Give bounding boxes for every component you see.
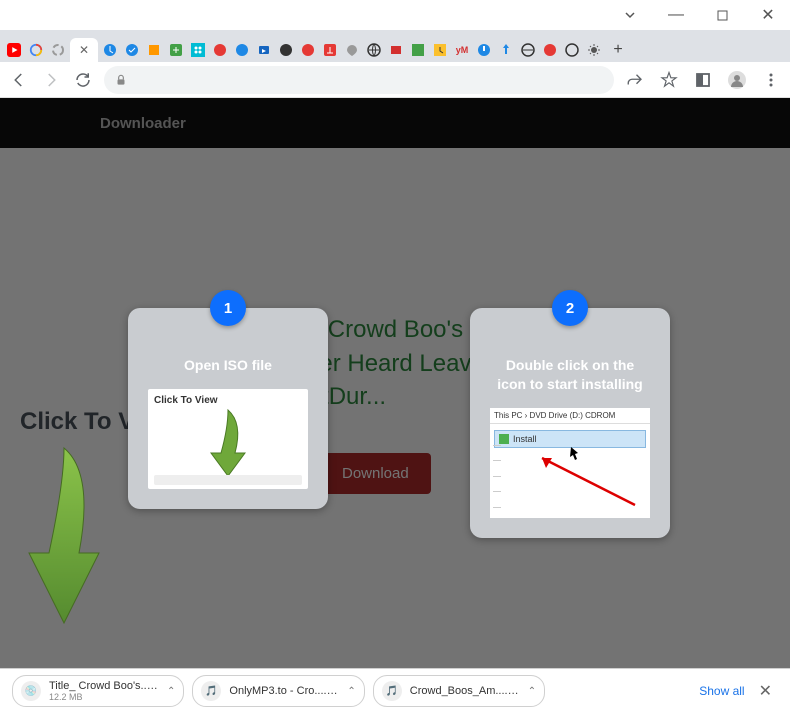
tab-loading[interactable] (48, 38, 68, 62)
tab-7[interactable] (144, 38, 164, 62)
tab-16[interactable] (342, 38, 362, 62)
extensions-icon[interactable] (692, 69, 714, 91)
step-title-2: Double click on the icon to start instal… (490, 356, 650, 394)
share-icon[interactable] (624, 69, 646, 91)
tab-11[interactable] (232, 38, 252, 62)
menu-icon[interactable] (760, 69, 782, 91)
tab-20[interactable] (430, 38, 450, 62)
lock-icon (114, 73, 128, 87)
tab-21[interactable]: yM (452, 38, 472, 62)
address-bar (0, 62, 790, 98)
downloads-bar: 💿 Title_ Crowd Boo's....iso 12.2 MB ⌃ 🎵 … (0, 668, 790, 713)
downloads-close-icon[interactable]: ✕ (753, 681, 778, 701)
tab-19[interactable] (408, 38, 428, 62)
download-item-2[interactable]: 🎵 OnlyMP3.to - Cro....mp3 ⌃ (192, 675, 364, 707)
tab-10[interactable] (210, 38, 230, 62)
tab-17[interactable] (364, 38, 384, 62)
tab-22[interactable] (474, 38, 494, 62)
window-dropdown[interactable] (616, 4, 644, 26)
step-thumb-1: Click To View (148, 389, 308, 489)
chevron-up-icon[interactable]: ⌃ (528, 686, 536, 697)
step-badge-2: 2 (552, 290, 588, 326)
tab-13[interactable] (276, 38, 296, 62)
tab-active[interactable]: ✕ (70, 38, 98, 62)
bookmark-icon[interactable] (658, 69, 680, 91)
big-arrow-icon (24, 443, 114, 633)
url-input[interactable] (104, 66, 614, 94)
tab-12[interactable] (254, 38, 274, 62)
back-button[interactable] (8, 69, 30, 91)
download-item-3[interactable]: 🎵 Crowd_Boos_Am....mp3 ⌃ (373, 675, 545, 707)
window-maximize[interactable] (708, 4, 736, 26)
tab-5[interactable] (100, 38, 120, 62)
tab-18[interactable] (386, 38, 406, 62)
step-badge-1: 1 (210, 290, 246, 326)
step-card-2: 2 Double click on the icon to start inst… (470, 308, 670, 538)
profile-icon[interactable] (726, 69, 748, 91)
new-tab-button[interactable]: + (606, 38, 630, 62)
step-card-1: 1 Open ISO file Click To View (128, 308, 328, 509)
tab-youtube[interactable] (4, 38, 24, 62)
file-icon: 💿 (21, 681, 41, 701)
chevron-up-icon[interactable]: ⌃ (347, 686, 355, 697)
forward-button[interactable] (40, 69, 62, 91)
file-icon: 🎵 (201, 681, 221, 701)
tab-8[interactable] (166, 38, 186, 62)
tab-27[interactable] (584, 38, 604, 62)
tab-9[interactable] (188, 38, 208, 62)
tab-strip: ✕ yM + (0, 30, 790, 62)
tab-25[interactable] (540, 38, 560, 62)
tab-26[interactable] (562, 38, 582, 62)
step-title-1: Open ISO file (148, 356, 308, 375)
tab-google[interactable] (26, 38, 46, 62)
window-close[interactable]: ✕ (754, 4, 782, 26)
step-thumb-2: This PC › DVD Drive (D:) CDROM Install (490, 408, 650, 518)
reload-button[interactable] (72, 69, 94, 91)
download-item-1[interactable]: 💿 Title_ Crowd Boo's....iso 12.2 MB ⌃ (12, 675, 184, 707)
tab-24[interactable] (518, 38, 538, 62)
window-minimize[interactable]: — (662, 4, 690, 26)
chevron-up-icon[interactable]: ⌃ (167, 686, 175, 697)
file-icon: 🎵 (382, 681, 402, 701)
tab-14[interactable] (298, 38, 318, 62)
tab-23[interactable] (496, 38, 516, 62)
tab-15[interactable] (320, 38, 340, 62)
show-all-button[interactable]: Show all (699, 684, 744, 698)
overlay-dim (0, 98, 790, 668)
tab-6[interactable] (122, 38, 142, 62)
